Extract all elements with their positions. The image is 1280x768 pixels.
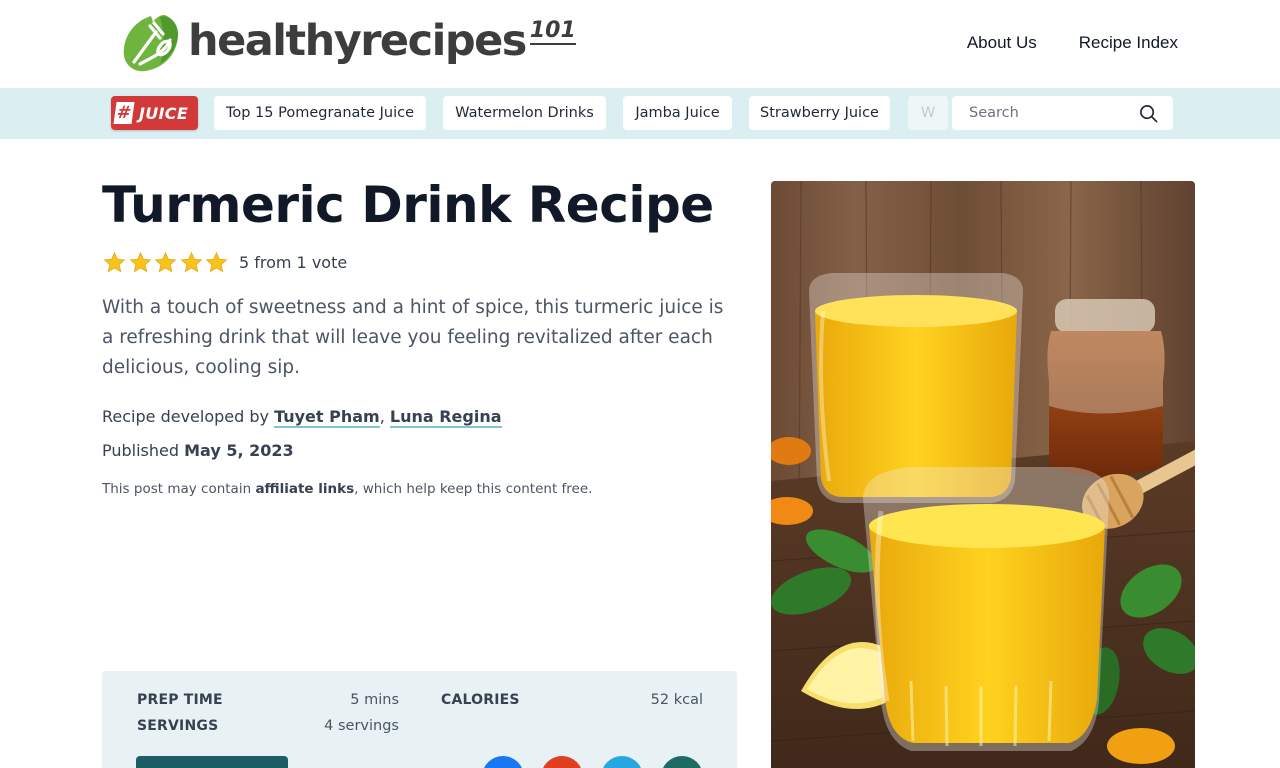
facebook-share-icon[interactable] <box>482 756 524 768</box>
affiliate-link[interactable]: affiliate links <box>255 481 354 497</box>
byline-prefix: Recipe developed by <box>102 407 275 426</box>
byline-separator: , <box>379 407 390 426</box>
calories-label: CALORIES <box>441 692 520 708</box>
affiliate-disclosure: This post may contain affiliate links, w… <box>102 481 592 497</box>
site-logo[interactable]: healthyrecipes 101 <box>120 12 576 74</box>
star-icon <box>103 251 126 273</box>
recipe-description: With a touch of sweetness and a hint of … <box>102 297 724 378</box>
star-icon <box>205 251 228 273</box>
affiliate-prefix: This post may contain <box>102 481 256 497</box>
logo-101: 101 <box>529 18 576 45</box>
author-link-luna-regina[interactable]: Luna Regina <box>389 407 502 428</box>
email-share-icon[interactable] <box>661 756 703 768</box>
calories-value: 52 kcal <box>650 692 703 708</box>
prep-time-value: 5 mins <box>350 692 399 708</box>
star-icon <box>180 251 203 273</box>
recipe-summary-card: PREP TIME 5 mins CALORIES 52 kcal SERVIN… <box>102 671 737 768</box>
leaf-fork-logo-icon <box>123 15 178 72</box>
tag-bar: # JUICE Top 15 Pomegranate Juice Waterme… <box>0 88 1280 139</box>
chip-watermelon-drinks[interactable]: Watermelon Drinks <box>443 96 606 130</box>
twitter-share-icon[interactable] <box>601 756 643 768</box>
servings-value: 4 servings <box>324 718 399 734</box>
top-nav: About Us Recipe Index <box>967 33 1178 53</box>
published-line: Published May 5, 2023 <box>102 441 294 460</box>
page-title: Turmeric Drink Recipe <box>102 176 714 234</box>
published-label: Published <box>102 441 185 460</box>
star-icon <box>129 251 151 273</box>
chip-pomegranate-juice[interactable]: Top 15 Pomegranate Juice <box>214 96 426 130</box>
search-input[interactable] <box>952 96 1132 130</box>
published-date: May 5, 2023 <box>184 441 294 460</box>
site-header: healthyrecipes 101 About Us Recipe Index <box>0 0 1280 88</box>
tag-badge-label: JUICE <box>139 103 189 123</box>
hashtag-icon: # <box>113 102 135 124</box>
chip-jamba-juice[interactable]: Jamba Juice <box>623 96 732 130</box>
photo-illustration <box>771 181 1195 768</box>
juice-tag-badge[interactable]: # JUICE <box>111 96 198 130</box>
prep-time-label: PREP TIME <box>137 692 223 708</box>
chip-strawberry-juice[interactable]: Strawberry Juice <box>749 96 890 130</box>
rating-text: 5 from 1 vote <box>238 253 348 272</box>
nav-about-us[interactable]: About Us <box>967 33 1037 53</box>
jump-to-recipe-button[interactable] <box>136 756 288 768</box>
search-icon[interactable] <box>1139 104 1158 123</box>
pinterest-share-icon[interactable] <box>541 756 583 768</box>
search-box <box>952 96 1173 130</box>
logo-wordmark: healthyrecipes <box>188 15 527 66</box>
nav-recipe-index[interactable]: Recipe Index <box>1079 33 1178 53</box>
affiliate-suffix: , which help keep this content free. <box>354 481 593 497</box>
star-rating[interactable]: 5 from 1 vote <box>103 251 347 274</box>
byline: Recipe developed by Tuyet Pham, Luna Reg… <box>102 407 502 428</box>
servings-label: SERVINGS <box>137 718 219 734</box>
turmeric-drink-photo <box>771 181 1195 768</box>
author-link-tuyet-pham[interactable]: Tuyet Pham <box>274 407 380 428</box>
star-icon <box>154 251 177 273</box>
chip-overflow[interactable]: W <box>908 96 948 130</box>
